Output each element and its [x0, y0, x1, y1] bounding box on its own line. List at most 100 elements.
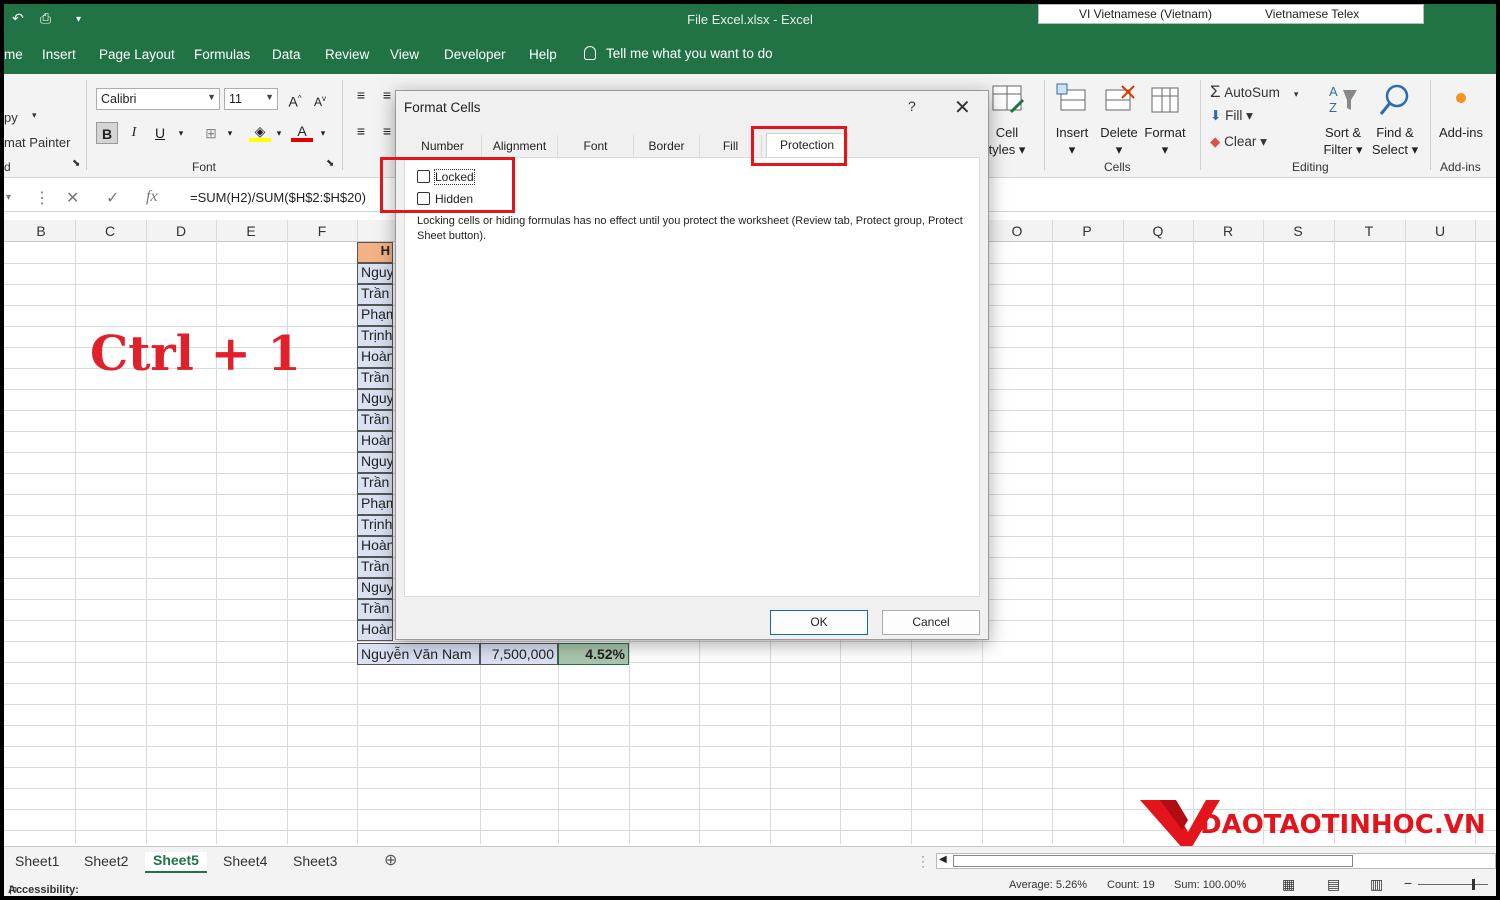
sheet-tab-sheet1[interactable]: Sheet1 — [15, 853, 59, 869]
table-cell[interactable]: Nguyễ — [357, 578, 393, 599]
horizontal-scrollbar[interactable]: ◀ — [936, 853, 1496, 869]
column-header-e[interactable]: E — [216, 223, 286, 239]
clear-button[interactable]: ◆ Clear ▾ — [1210, 134, 1267, 150]
tab-insert[interactable]: Insert — [42, 47, 76, 62]
zoom-out-icon[interactable]: − — [1404, 875, 1412, 891]
table-cell[interactable]: Trần I — [357, 410, 393, 431]
border-dropdown-icon[interactable]: ▾ — [219, 122, 241, 144]
font-color-icon[interactable]: A — [291, 120, 313, 142]
formula-input[interactable]: =SUM(H2)/SUM($H$2:$H$20) — [190, 190, 366, 205]
cancel-icon[interactable]: ✕ — [66, 188, 79, 208]
tab-developer[interactable]: Developer — [444, 47, 506, 62]
normal-view-icon[interactable]: ▦ — [1282, 876, 1295, 893]
page-break-view-icon[interactable]: ▥ — [1370, 876, 1383, 893]
copy-dropdown-icon[interactable]: ▾ — [32, 110, 37, 121]
table-cell[interactable]: Phạm — [357, 305, 393, 326]
column-header-p[interactable]: P — [1052, 223, 1122, 239]
top-align-icon[interactable]: ≡ — [350, 84, 372, 106]
tab-view[interactable]: View — [390, 47, 419, 62]
table-cell[interactable]: Trần I — [357, 284, 393, 305]
column-header-b[interactable]: B — [6, 223, 76, 239]
table-cell[interactable]: Trần I — [357, 599, 393, 620]
font-color-dropdown-icon[interactable]: ▾ — [312, 122, 334, 144]
autosum-button[interactable]: Σ AutoSum ▾ — [1210, 82, 1298, 102]
sheet-tab-sheet4[interactable]: Sheet4 — [223, 853, 267, 869]
sheet-tab-sheet3[interactable]: Sheet3 — [293, 853, 337, 869]
name-box-dropdown-icon[interactable]: ▾ — [6, 192, 11, 203]
find-select-button[interactable]: Find & Select ▾ — [1370, 82, 1420, 158]
selected-cell-percent[interactable]: 4.52% — [558, 643, 629, 665]
table-cell[interactable]: Nguyễ — [357, 452, 393, 473]
column-header-o[interactable]: O — [982, 223, 1052, 239]
help-button[interactable]: ? — [908, 98, 916, 114]
decrease-font-icon[interactable]: Av — [309, 88, 331, 110]
fill-button[interactable]: ⬇ Fill ▾ — [1210, 108, 1253, 124]
table-cell-amount[interactable]: 7,500,000 — [480, 643, 558, 665]
underline-button[interactable]: U — [149, 122, 171, 144]
column-header-q[interactable]: Q — [1123, 223, 1193, 239]
tab-font[interactable]: Font — [558, 135, 634, 157]
tab-number[interactable]: Number — [404, 135, 482, 157]
font-name-combo[interactable]: Calibri ▼ — [96, 88, 220, 110]
zoom-slider[interactable] — [1418, 884, 1488, 885]
table-cell[interactable]: Trần t — [357, 368, 393, 389]
splitter-icon[interactable]: ⋮ — [916, 853, 930, 870]
table-cell[interactable]: Phạm — [357, 494, 393, 515]
table-cell-name[interactable]: Nguyễn Văn Nam — [357, 643, 480, 665]
tab-data[interactable]: Data — [272, 47, 301, 62]
table-cell[interactable]: Trần I — [357, 473, 393, 494]
tab-alignment[interactable]: Alignment — [482, 135, 558, 157]
tab-border[interactable]: Border — [634, 135, 700, 157]
column-header-t[interactable]: T — [1334, 223, 1404, 239]
table-cell[interactable]: Hoàn — [357, 620, 393, 641]
fill-color-dropdown-icon[interactable]: ▾ — [268, 122, 290, 144]
tab-formulas[interactable]: Formulas — [194, 47, 250, 62]
tab-help[interactable]: Help — [529, 47, 557, 62]
sheet-tab-sheet5[interactable]: Sheet5 — [145, 852, 207, 873]
table-cell[interactable]: Nguyễ — [357, 389, 393, 410]
table-cell[interactable]: Hoàn — [357, 431, 393, 452]
column-header-f[interactable]: F — [287, 223, 357, 239]
sheet-tab-sheet2[interactable]: Sheet2 — [84, 853, 128, 869]
insert-function-icon[interactable]: fx — [146, 188, 158, 206]
add-sheet-icon[interactable]: ⊕ — [384, 850, 397, 870]
format-painter-button[interactable]: mat Painter — [4, 135, 70, 150]
table-cell[interactable]: Trịnh — [357, 515, 393, 536]
underline-dropdown-icon[interactable]: ▾ — [170, 122, 192, 144]
tab-review[interactable]: Review — [325, 47, 369, 62]
scroll-left-icon[interactable]: ◀ — [939, 854, 947, 865]
ime-language-bar[interactable]: VI Vietnamese (Vietnam) Vietnamese Telex — [1038, 4, 1424, 24]
table-cell[interactable]: Trịnh — [357, 326, 393, 347]
zoom-slider-thumb[interactable] — [1472, 879, 1475, 890]
column-header-d[interactable]: D — [146, 223, 216, 239]
table-cell[interactable]: Hoàn — [357, 536, 393, 557]
delete-cells-button[interactable]: Delete ▾ — [1098, 82, 1140, 158]
copy-button[interactable]: py — [4, 110, 18, 125]
bold-button[interactable]: B — [96, 122, 118, 144]
increase-font-icon[interactable]: A^ — [284, 88, 306, 110]
table-cell[interactable]: Hoàn — [357, 347, 393, 368]
ok-button[interactable]: OK — [770, 610, 868, 635]
scrollbar-thumb[interactable] — [953, 855, 1353, 867]
table-header-cell[interactable]: H — [357, 242, 393, 263]
cancel-button[interactable]: Cancel — [882, 610, 980, 635]
tab-page-layout[interactable]: Page Layout — [99, 47, 175, 62]
font-size-combo[interactable]: 11 ▼ — [224, 88, 278, 110]
table-cell[interactable]: Trần t — [357, 557, 393, 578]
add-ins-button[interactable]: Add-ins — [1434, 82, 1488, 141]
tell-me-search[interactable]: Tell me what you want to do — [584, 46, 773, 61]
left-align-icon[interactable]: ≡ — [350, 120, 372, 142]
sort-filter-button[interactable]: AZ Sort & Filter ▾ — [1318, 82, 1368, 158]
column-header-u[interactable]: U — [1405, 223, 1475, 239]
column-header-c[interactable]: C — [75, 223, 145, 239]
page-layout-view-icon[interactable]: ▤ — [1327, 876, 1340, 893]
font-launcher-icon[interactable]: ⬊ — [326, 158, 334, 169]
italic-button[interactable]: I — [123, 122, 145, 144]
table-cell[interactable]: Nguyễ — [357, 263, 393, 284]
insert-cells-button[interactable]: Insert ▾ — [1050, 82, 1094, 158]
cell-styles-button[interactable]: Cell tyles ▾ — [982, 82, 1032, 158]
clipboard-launcher-icon[interactable]: ⬊ — [72, 158, 80, 169]
tab-home[interactable]: me — [4, 47, 23, 62]
column-header-r[interactable]: R — [1193, 223, 1263, 239]
format-cells-button[interactable]: Format ▾ — [1142, 82, 1188, 158]
